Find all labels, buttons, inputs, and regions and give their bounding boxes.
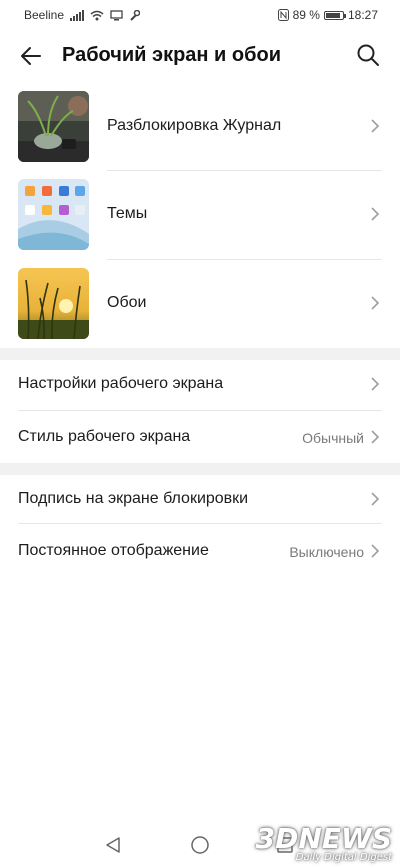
signal-icon bbox=[70, 9, 85, 21]
chevron-right-icon bbox=[371, 296, 380, 310]
chevron-right-icon bbox=[371, 377, 380, 391]
battery-icon bbox=[323, 10, 346, 20]
chevron-right-icon bbox=[371, 544, 380, 558]
carrier-name: Beeline bbox=[24, 8, 65, 22]
search-icon[interactable] bbox=[356, 43, 380, 67]
page-title: Рабочий экран и обои bbox=[62, 44, 281, 66]
chevron-right-icon bbox=[371, 492, 380, 506]
clock: 18:27 bbox=[347, 8, 378, 22]
wallpaper-label: Обои bbox=[107, 294, 147, 311]
watermark-logo: 3DNEWS bbox=[255, 822, 392, 855]
3dnews-watermark: 3DNEWS Daily Digital Digest bbox=[255, 822, 392, 864]
lock-screen-signature-label: Подпись на экране блокировки bbox=[18, 490, 249, 507]
wifi-icon bbox=[90, 10, 104, 20]
app-bar: Рабочий экран и обои bbox=[0, 30, 400, 82]
always-on-display-label: Постоянное отображение bbox=[18, 542, 209, 559]
battery-percent: 89 % bbox=[292, 8, 320, 22]
list-item-themes[interactable]: Темы bbox=[0, 170, 400, 258]
unlock-magazine-thumbnail bbox=[18, 91, 89, 162]
home-screen-style-item[interactable]: Стиль рабочего экрана Обычный bbox=[0, 411, 400, 463]
list-item-unlock-magazine[interactable]: Разблокировка Журнал bbox=[0, 82, 400, 170]
chevron-right-icon bbox=[371, 207, 380, 221]
home-screen-settings-label: Настройки рабочего экрана bbox=[18, 375, 224, 392]
section-separator bbox=[0, 348, 400, 360]
home-screen-settings-item[interactable]: Настройки рабочего экрана bbox=[0, 360, 400, 410]
themes-thumbnail bbox=[18, 179, 89, 250]
wallpaper-thumbnail bbox=[18, 268, 89, 339]
back-arrow-icon[interactable] bbox=[18, 43, 44, 69]
nav-home-icon[interactable] bbox=[190, 835, 210, 855]
themes-label: Темы bbox=[107, 205, 148, 222]
home-screen-style-value: Обычный bbox=[302, 430, 364, 446]
wrench-icon bbox=[130, 9, 141, 21]
chevron-right-icon bbox=[371, 430, 380, 444]
chevron-right-icon bbox=[371, 119, 380, 133]
always-on-display-item[interactable]: Постоянное отображение Выключено bbox=[0, 524, 400, 578]
status-bar: Beeline 89 % 18:27 bbox=[0, 0, 400, 30]
always-on-display-value: Выключено bbox=[289, 544, 364, 560]
cast-icon bbox=[110, 9, 123, 20]
home-screen-style-label: Стиль рабочего экрана bbox=[18, 428, 191, 445]
unlock-magazine-label: Разблокировка Журнал bbox=[107, 117, 282, 134]
lock-screen-signature-item[interactable]: Подпись на экране блокировки bbox=[0, 475, 400, 523]
nav-back-icon[interactable] bbox=[104, 836, 122, 854]
section-separator bbox=[0, 463, 400, 475]
list-item-wallpaper[interactable]: Обои bbox=[0, 259, 400, 348]
nfc-icon bbox=[277, 9, 289, 21]
